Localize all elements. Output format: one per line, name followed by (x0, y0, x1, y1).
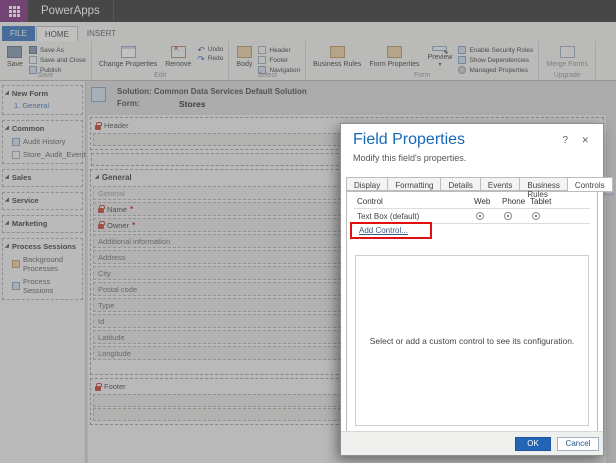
add-control-highlight-box: Add Control... (350, 222, 432, 239)
web-radio-selected[interactable] (476, 212, 484, 220)
empty-state-message: Select or add a custom control to see it… (369, 335, 575, 346)
close-icon[interactable]: ✕ (581, 135, 589, 146)
tab-events[interactable]: Events (479, 177, 520, 191)
tab-details[interactable]: Details (440, 177, 480, 191)
control-row-textbox-default[interactable]: Text Box (default) (357, 212, 419, 221)
cancel-button[interactable]: Cancel (557, 436, 599, 451)
add-control-link[interactable]: Add Control... (359, 226, 408, 235)
table-divider (354, 208, 590, 209)
field-properties-dialog: Field Properties Modify this field's pro… (340, 123, 613, 456)
tab-business-rules[interactable]: Business Rules (519, 177, 567, 199)
column-header-web: Web (474, 197, 491, 206)
dialog-tab-strip: Display Formatting Details Events Busine… (346, 177, 613, 199)
dialog-subtitle: Modify this field's properties. (353, 153, 467, 163)
ok-button[interactable]: OK (515, 436, 551, 451)
dialog-footer: OK Cancel (341, 431, 603, 455)
tab-formatting[interactable]: Formatting (387, 177, 441, 191)
app-window: PowerApps FILE HOME INSERT Save Save As (0, 0, 616, 463)
column-header-phone: Phone (502, 197, 526, 206)
tab-display[interactable]: Display (346, 177, 388, 191)
custom-control-config-panel: Select or add a custom control to see it… (355, 255, 589, 426)
tablet-radio-selected[interactable] (532, 212, 540, 220)
column-header-control: Control (357, 197, 383, 206)
dialog-title: Field Properties (353, 131, 466, 148)
controls-tab-panel: Control Web Phone Tablet Text Box (defau… (346, 191, 598, 433)
help-icon[interactable]: ? (562, 135, 568, 146)
tab-controls[interactable]: Controls (566, 177, 613, 192)
phone-radio-selected[interactable] (504, 212, 512, 220)
